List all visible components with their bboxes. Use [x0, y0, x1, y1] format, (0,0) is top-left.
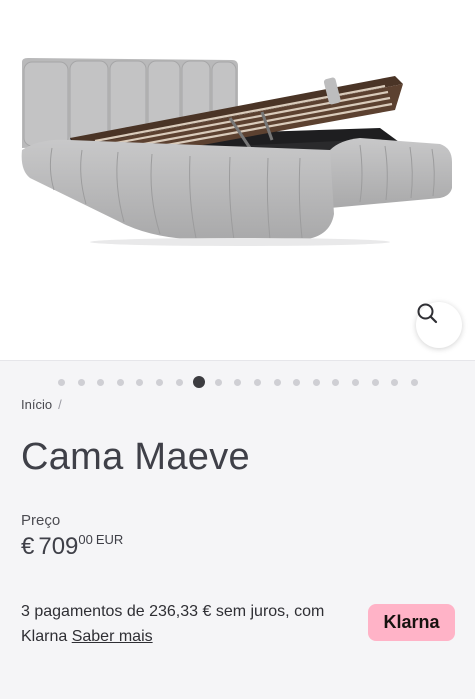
klarna-badge-label: Klarna: [383, 612, 440, 632]
gallery-dot[interactable]: [234, 379, 242, 386]
search-icon: [417, 303, 438, 324]
gallery-dot-active[interactable]: [192, 376, 205, 388]
gallery-dot[interactable]: [97, 379, 105, 386]
klarna-learn-more-link[interactable]: Saber mais: [72, 628, 153, 645]
gallery-dot[interactable]: [391, 379, 399, 386]
bed-product-image: [21, 58, 452, 246]
gallery-dot[interactable]: [332, 379, 340, 386]
price-decimal: 00: [78, 532, 93, 547]
gallery-dot[interactable]: [410, 379, 418, 386]
gallery-dot[interactable]: [312, 379, 320, 386]
breadcrumb-home-link[interactable]: Início: [21, 397, 52, 412]
breadcrumb: Início /: [21, 397, 62, 412]
product-title: Cama Maeve: [21, 436, 250, 478]
price-currency-symbol: €: [21, 533, 35, 560]
gallery-dot[interactable]: [214, 379, 222, 386]
product-price: €70900 EUR: [21, 532, 123, 561]
price-integer: 709: [38, 533, 79, 560]
gallery-dot[interactable]: [156, 379, 163, 386]
gallery-dot[interactable]: [175, 379, 183, 386]
klarna-text: 3 pagamentos de 236,33 € sem juros, com …: [21, 603, 325, 645]
gallery-dot[interactable]: [273, 379, 281, 386]
klarna-installments-text: 3 pagamentos de 236,33 € sem juros, com …: [21, 599, 341, 649]
price-currency-code: EUR: [95, 532, 124, 547]
zoom-button[interactable]: [416, 302, 462, 348]
klarna-logo-badge: Klarna: [368, 604, 455, 641]
gallery-dot[interactable]: [77, 379, 85, 386]
gallery-dot[interactable]: [293, 379, 301, 386]
breadcrumb-separator: /: [58, 397, 62, 412]
gallery-pagination-dots: [0, 376, 475, 388]
gallery-dot[interactable]: [116, 379, 124, 386]
product-image-gallery[interactable]: [0, 0, 475, 361]
gallery-dot[interactable]: [352, 379, 359, 386]
gallery-dot[interactable]: [254, 379, 261, 386]
gallery-dot[interactable]: [58, 379, 65, 386]
gallery-dot[interactable]: [136, 379, 144, 386]
price-label: Preço: [21, 512, 61, 529]
gallery-dot[interactable]: [371, 379, 379, 386]
